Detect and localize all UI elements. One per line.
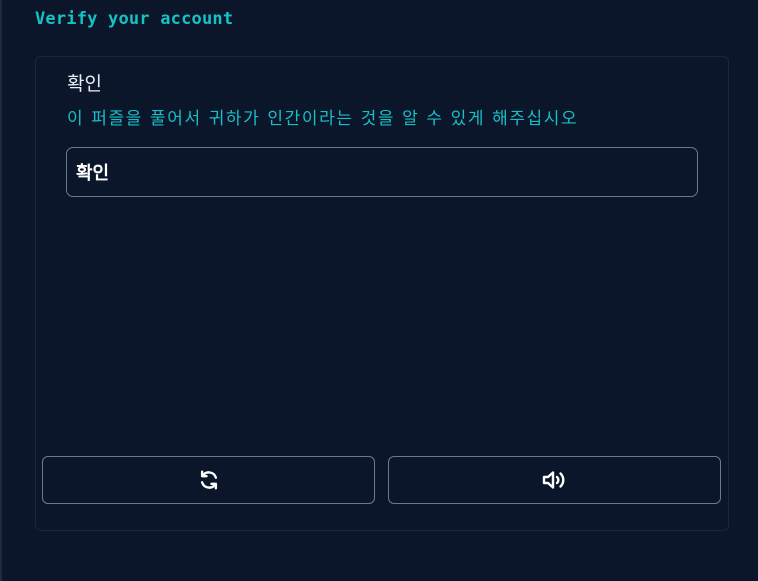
captcha-card: 확인 이 퍼즐을 풀어서 귀하가 인간이라는 것을 알 수 있게 해주십시오 확… — [35, 56, 729, 531]
captcha-instruction: 이 퍼즐을 풀어서 귀하가 인간이라는 것을 알 수 있게 해주십시오 — [67, 109, 579, 129]
captcha-heading: 확인 — [67, 73, 102, 95]
answer-value: 확인 — [76, 163, 110, 184]
answer-field[interactable]: 확인 — [66, 147, 698, 197]
page-background: Verify your account 확인 이 퍼즐을 풀어서 귀하가 인간이… — [0, 0, 758, 581]
refresh-icon — [198, 469, 220, 491]
page-title: Verify your account — [35, 9, 234, 29]
audio-button[interactable] — [388, 456, 721, 504]
speaker-icon — [541, 469, 569, 491]
refresh-button[interactable] — [42, 456, 375, 504]
